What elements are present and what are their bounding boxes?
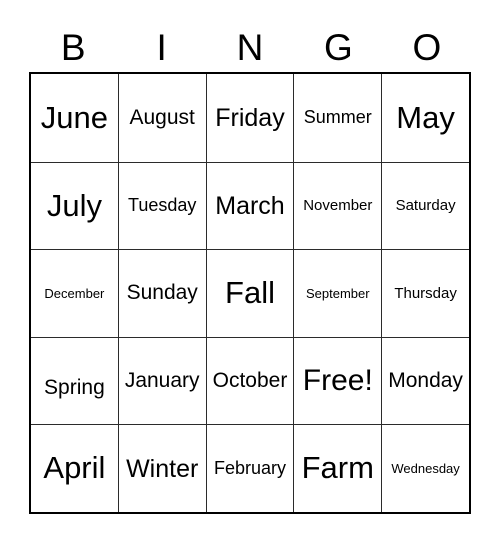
bingo-free-space-cell[interactable]: Free! xyxy=(293,336,382,425)
bingo-cell-label: January xyxy=(124,369,200,393)
bingo-cell-label: Summer xyxy=(303,107,372,128)
bingo-cell[interactable]: October xyxy=(205,336,294,425)
bingo-cell-label: Thursday xyxy=(394,284,457,302)
bingo-cell[interactable]: August xyxy=(117,74,206,162)
bingo-grid: June August Friday Summer May July Tuesday Marc… xyxy=(29,72,471,514)
bingo-cell-label: March xyxy=(215,191,285,220)
bingo-header-letter-i: I xyxy=(156,26,167,68)
bingo-cell[interactable]: March xyxy=(205,161,294,250)
bingo-cell[interactable]: Fall xyxy=(205,249,294,337)
bingo-cell-label: Fall xyxy=(225,275,275,311)
bingo-header-letter-o: O xyxy=(412,26,442,68)
bingo-row: Spring January October Free! Monday xyxy=(31,336,469,425)
bingo-row: July Tuesday March November Saturday xyxy=(31,161,469,250)
bingo-cell-label: Wednesday xyxy=(391,460,460,476)
bingo-cell-label: February xyxy=(213,458,286,479)
bingo-cell[interactable]: July xyxy=(31,161,118,250)
bingo-cell-label: Friday xyxy=(215,103,285,132)
bingo-cell[interactable]: June xyxy=(31,74,118,162)
bingo-cell[interactable]: Saturday xyxy=(381,161,469,250)
bingo-cell-label: Saturday xyxy=(395,197,456,215)
bingo-header-row: B I N G O xyxy=(29,22,471,72)
bingo-row: December Sunday Fall September Thursday xyxy=(31,249,469,337)
bingo-cell-label: Farm xyxy=(301,450,374,486)
bingo-cell[interactable]: April xyxy=(31,424,118,512)
bingo-cell[interactable]: Wednesday xyxy=(381,424,469,512)
bingo-cell-label: October xyxy=(212,369,288,393)
bingo-header-letter-b: B xyxy=(60,26,86,68)
bingo-cell-label: September xyxy=(305,285,370,301)
bingo-cell-label: August xyxy=(129,105,195,129)
bingo-row: June August Friday Summer May xyxy=(31,74,469,162)
bingo-cell-label: Sunday xyxy=(126,281,198,305)
bingo-cell-label: Tuesday xyxy=(128,195,197,216)
bingo-cell[interactable]: Winter xyxy=(117,424,206,512)
bingo-card: B I N G O June August Friday Summer May July T… xyxy=(29,22,471,514)
bingo-cell[interactable]: Summer xyxy=(293,74,381,162)
bingo-cell-label: Winter xyxy=(126,454,199,483)
bingo-cell-label: July xyxy=(46,187,102,223)
bingo-cell[interactable]: Monday xyxy=(381,336,469,425)
bingo-cell[interactable]: Friday xyxy=(205,74,294,162)
bingo-cell-label: May xyxy=(396,99,455,135)
bingo-row: April Winter February Farm Wednesday xyxy=(31,424,469,512)
bingo-cell[interactable]: September xyxy=(293,249,382,337)
bingo-cell[interactable]: Farm xyxy=(293,424,382,512)
bingo-cell-label: June xyxy=(40,99,109,135)
bingo-header-letter-n: N xyxy=(236,26,264,68)
bingo-header-letter-g: G xyxy=(324,26,353,68)
bingo-cell-label: Spring xyxy=(44,376,105,400)
bingo-cell-label: Free! xyxy=(302,364,373,398)
bingo-cell-label: December xyxy=(44,285,105,301)
bingo-cell[interactable]: January xyxy=(117,336,206,425)
bingo-cell[interactable]: February xyxy=(205,424,294,512)
bingo-cell[interactable]: May xyxy=(381,74,469,162)
bingo-cell[interactable]: Spring xyxy=(31,336,118,425)
bingo-cell[interactable]: November xyxy=(293,161,382,250)
bingo-cell-label: April xyxy=(43,450,106,486)
bingo-cell-label: Monday xyxy=(388,369,463,393)
bingo-cell[interactable]: Tuesday xyxy=(117,161,206,250)
bingo-cell[interactable]: December xyxy=(31,249,118,337)
bingo-cell[interactable]: Sunday xyxy=(117,249,206,337)
bingo-cell[interactable]: Thursday xyxy=(381,249,469,337)
bingo-cell-label: November xyxy=(303,197,373,215)
